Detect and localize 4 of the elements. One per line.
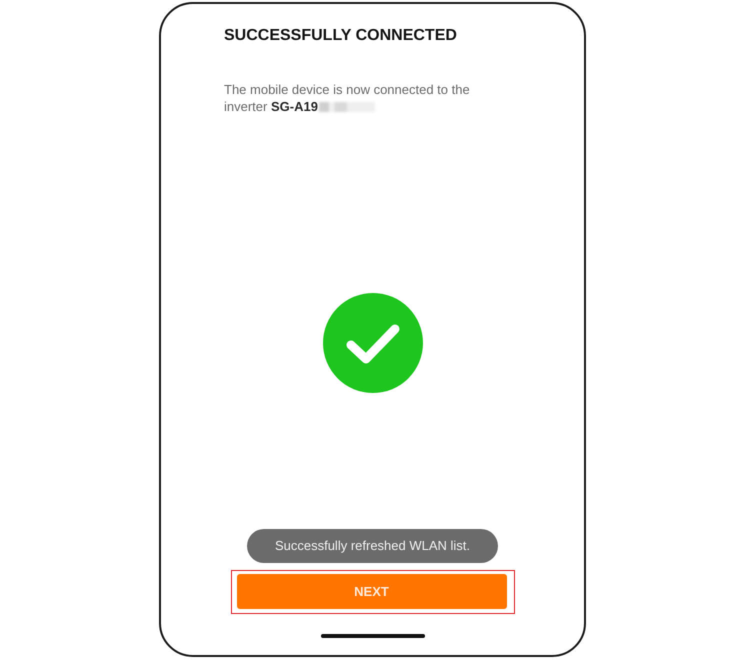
connection-message: The mobile device is now connected to the inverter SG-A19 [224, 82, 470, 114]
toast-message: Successfully refreshed WLAN list. [247, 529, 498, 563]
next-button[interactable]: NEXT [236, 574, 506, 609]
screen-title: SUCCESSFULLY CONNECTED [224, 26, 458, 46]
